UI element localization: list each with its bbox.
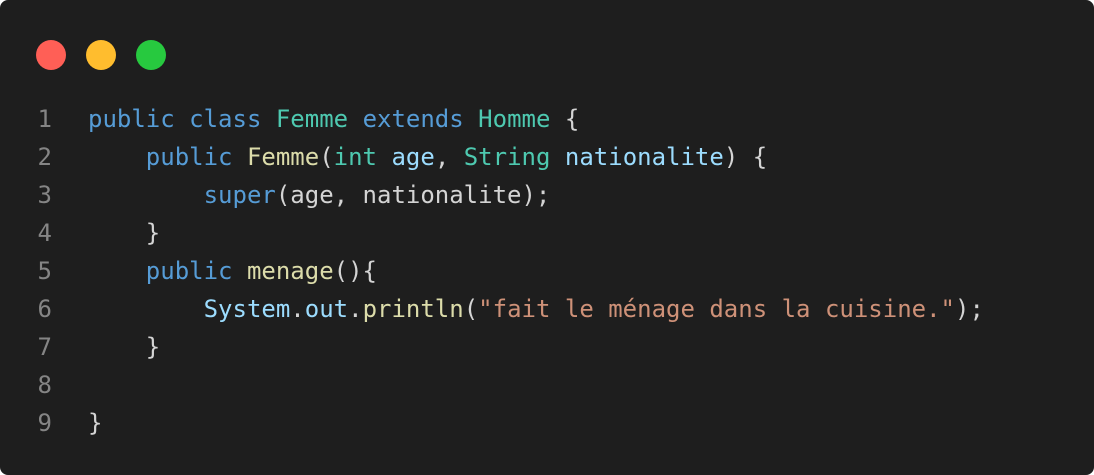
code-line: 1 public class Femme extends Homme {: [0, 100, 984, 138]
code-token-plain: .: [290, 295, 305, 323]
line-source: public class Femme extends Homme {: [88, 100, 579, 138]
line-number: 5: [37, 257, 52, 285]
code-line: 5 public menage(){: [0, 252, 984, 290]
code-token-plain: }: [88, 409, 103, 437]
code-block: 1 public class Femme extends Homme {2 pub…: [0, 100, 984, 442]
code-line: 4 }: [0, 214, 984, 252]
code-token-plain: );: [955, 295, 984, 323]
line-source: }: [88, 214, 160, 252]
code-line: 2 public Femme(int age, String nationali…: [0, 138, 984, 176]
line-number: 8: [37, 371, 52, 399]
code-token-keyword: class: [189, 105, 262, 133]
code-line: 7 }: [0, 328, 984, 366]
code-token-type: Femme: [275, 105, 349, 133]
code-line: 9}: [0, 404, 984, 442]
line-source: public Femme(int age, String nationalite…: [88, 138, 767, 176]
code-line: 8: [0, 366, 984, 404]
code-token-variable: nationalite: [564, 143, 724, 171]
minimize-button[interactable]: [86, 40, 116, 70]
line-number: 6: [37, 295, 52, 323]
code-token-plain: (: [319, 143, 334, 171]
code-token-type: int: [333, 143, 378, 171]
code-token-keyword: extends: [362, 105, 464, 133]
line-number: 4: [37, 219, 52, 247]
maximize-button[interactable]: [136, 40, 166, 70]
code-token-variable: System: [203, 295, 291, 323]
line-number: 2: [37, 143, 52, 171]
code-token-plain: (){: [333, 257, 378, 285]
code-token-variable: out: [304, 295, 349, 323]
code-token-function: menage: [246, 257, 334, 285]
code-token-plain: {: [550, 105, 580, 133]
line-source: public menage(){: [88, 252, 377, 290]
code-token-variable: age: [391, 143, 435, 171]
code-token-keyword: public: [145, 143, 233, 171]
code-token-type: String: [463, 143, 551, 171]
line-number: 3: [37, 181, 52, 209]
line-source: super(age, nationalite);: [88, 176, 551, 214]
line-source: System.out.println("fait le ménage dans …: [88, 290, 984, 328]
line-source: }: [88, 404, 102, 442]
code-token-string: "fait le ménage dans la cuisine.": [478, 295, 955, 323]
code-token-keyword: super: [203, 181, 276, 209]
code-token-keyword: public: [88, 105, 175, 133]
code-window: 1 public class Femme extends Homme {2 pub…: [0, 0, 1094, 475]
code-token-plain: (age, nationalite);: [275, 181, 551, 209]
code-token-function: Femme: [246, 143, 320, 171]
window-controls: [36, 40, 166, 70]
code-token-type: Homme: [478, 105, 551, 133]
line-number: 9: [37, 409, 52, 437]
line-source: }: [88, 328, 160, 366]
code-line: 6 System.out.println("fait le ménage dan…: [0, 290, 984, 328]
code-token-plain: (: [463, 295, 479, 323]
line-number: 1: [37, 105, 52, 133]
close-button[interactable]: [36, 40, 66, 70]
code-token-plain: }: [88, 219, 161, 247]
code-token-function: println: [362, 295, 464, 323]
code-token-plain: }: [88, 333, 161, 361]
line-number: 7: [37, 333, 52, 361]
code-token-plain: ) {: [723, 143, 768, 171]
code-token-plain: ,: [434, 143, 464, 171]
code-line: 3 super(age, nationalite);: [0, 176, 984, 214]
code-token-keyword: public: [145, 257, 233, 285]
code-token-plain: .: [348, 295, 363, 323]
